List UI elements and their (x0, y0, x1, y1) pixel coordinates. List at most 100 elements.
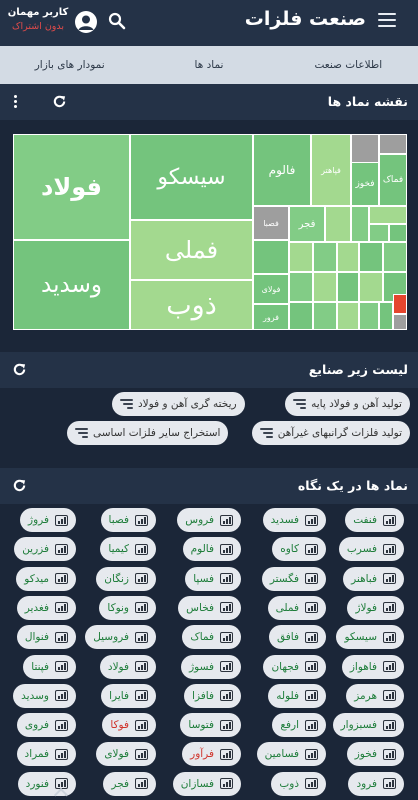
treemap-cell[interactable] (337, 272, 359, 302)
treemap-cell[interactable]: فالوم (253, 134, 311, 206)
treemap-cell[interactable] (337, 302, 359, 330)
industry-chip[interactable]: استخراج سایر فلزات اساسی (67, 421, 229, 445)
symbol-chip[interactable]: فلوله (268, 683, 326, 708)
symbol-chip[interactable]: فسازان (172, 771, 241, 796)
symbol-chip[interactable]: فروس (177, 508, 241, 532)
symbol-chip[interactable]: فزرین (14, 537, 76, 562)
treemap-cell[interactable] (289, 302, 313, 330)
symbol-chip[interactable]: فمراد (16, 742, 76, 767)
treemap-cell[interactable]: وسدید (13, 240, 130, 330)
tab-market-charts[interactable]: نمودار های بازار (0, 46, 139, 84)
symbol-chip[interactable]: فاهواز (341, 654, 404, 679)
treemap-cell[interactable] (389, 224, 407, 242)
symbol-chip[interactable]: فروی (16, 713, 76, 738)
symbol-chip[interactable]: فسوژ (181, 654, 241, 679)
symbol-chip[interactable]: فسامین (256, 742, 326, 767)
industry-chip[interactable]: ریخته گری آهن و فولاد (112, 392, 245, 416)
user-info[interactable]: کاربر مهمان بدون اشتراک (6, 7, 70, 32)
industry-chip[interactable]: تولید فلزات گرانبهای غیرآهن (251, 421, 410, 445)
treemap-cell[interactable] (313, 302, 337, 330)
symbol-chip[interactable]: فنوال (16, 625, 76, 650)
treemap-cell[interactable]: سیسکو (130, 134, 253, 220)
treemap-cell[interactable]: فولاد (13, 134, 130, 240)
symbol-chip[interactable]: فولاد (99, 654, 156, 679)
treemap-cell[interactable] (359, 242, 383, 272)
treemap-cell-negative[interactable] (393, 294, 407, 314)
symbol-chip[interactable]: فنورد (17, 771, 76, 796)
treemap-cell[interactable] (369, 224, 389, 242)
symbol-chip[interactable]: فخاس (178, 595, 241, 620)
treemap-cell[interactable] (351, 206, 369, 242)
avatar[interactable] (75, 11, 97, 33)
treemap-cell[interactable]: فصبا (253, 206, 289, 240)
symbol-chip[interactable]: فایرا (101, 683, 156, 708)
symbol-chip[interactable]: هرمز (346, 683, 404, 708)
symbol-chip[interactable]: فماک (182, 625, 241, 650)
treemap-cell[interactable] (359, 302, 379, 330)
symbol-chip[interactable]: کاوه (272, 537, 326, 562)
treemap-cell[interactable] (325, 206, 351, 242)
search-icon[interactable] (108, 12, 126, 30)
symbol-chip[interactable]: فولای (96, 742, 156, 767)
symbol-chip[interactable]: فافق (269, 625, 326, 650)
symbol-chip[interactable]: فسپا (185, 566, 241, 591)
symbol-chip[interactable]: فپنتا (23, 654, 76, 679)
symbol-chip[interactable]: فنفت (345, 508, 404, 532)
symbol-chip[interactable]: فسرب (338, 537, 404, 562)
tab-industry-info[interactable]: اطلاعات صنعت (279, 46, 418, 84)
treemap-cell[interactable]: فماک (379, 154, 407, 206)
symbol-chip[interactable]: فصبا (100, 508, 156, 532)
treemap-cell[interactable] (369, 206, 407, 224)
treemap-cell[interactable] (253, 240, 289, 274)
symbol-chip[interactable]: ونوکا (99, 595, 156, 620)
symbol-chip[interactable]: فگستر (261, 566, 326, 591)
symbol-chip[interactable]: میدکو (16, 566, 76, 591)
treemap-cell[interactable]: فجر (289, 206, 325, 242)
tab-symbols[interactable]: نماد ها (139, 46, 278, 84)
symbol-chip[interactable]: فخوز (346, 742, 404, 767)
more-options-icon[interactable] (14, 95, 18, 108)
treemap-cell[interactable] (383, 242, 407, 272)
treemap-cell[interactable] (289, 242, 313, 272)
symbol-chip[interactable]: فسدید (262, 508, 326, 532)
hamburger-menu-icon[interactable] (378, 13, 396, 27)
industry-chip[interactable]: تولید آهن و فولاد پایه (285, 392, 410, 416)
treemap-cell[interactable]: فخوز (351, 162, 379, 206)
refresh-icon[interactable] (12, 478, 27, 493)
treemap-cell[interactable] (379, 302, 393, 330)
symbol-chip[interactable]: فروژ (20, 508, 76, 532)
refresh-icon[interactable] (52, 94, 67, 109)
treemap-cell[interactable] (379, 134, 407, 154)
symbol-chip[interactable]: زنگان (96, 566, 156, 591)
symbol-chip[interactable]: سیسکو (336, 625, 404, 650)
symbol-chip[interactable]: فتوسا (180, 713, 241, 738)
treemap-cell[interactable]: فپاهتر (311, 134, 351, 206)
symbol-chip[interactable]: کیمیا (100, 537, 156, 562)
refresh-icon[interactable] (12, 362, 27, 377)
symbol-chip[interactable]: فجهان (263, 654, 326, 679)
treemap-cell[interactable]: فولای (253, 274, 289, 304)
symbol-chip[interactable]: فسبزوار (332, 713, 404, 738)
symbol-chip[interactable]: فغدیر (16, 595, 76, 620)
symbol-chip[interactable]: فجر (103, 771, 156, 796)
treemap-cell[interactable]: فرور (253, 304, 289, 330)
symbol-chip[interactable]: وسدید (13, 683, 76, 708)
symbol-chip[interactable]: فرآور (182, 742, 241, 767)
treemap-cell[interactable] (393, 314, 407, 330)
treemap-cell[interactable] (313, 242, 337, 272)
symbol-chip[interactable]: ذوب (271, 771, 326, 796)
treemap-cell[interactable] (359, 272, 383, 302)
symbol-chip[interactable]: فباهنر (343, 566, 404, 591)
treemap-cell[interactable]: ذوب (130, 280, 253, 330)
symbol-chip[interactable]: فافزا (184, 683, 241, 708)
symbol-chip[interactable]: فروسیل (85, 625, 156, 650)
treemap-cell[interactable] (289, 272, 313, 302)
treemap-cell[interactable] (337, 242, 359, 272)
treemap-cell[interactable] (313, 272, 337, 302)
symbol-chip[interactable]: فوکا (102, 713, 156, 738)
symbol-chip[interactable]: فالوم (182, 537, 241, 562)
symbol-chip[interactable]: فرود (348, 771, 404, 796)
treemap-cell[interactable]: فملی (130, 220, 253, 280)
symbol-chip[interactable]: فولاژ (347, 595, 404, 620)
symbol-chip[interactable]: فملی (267, 595, 326, 620)
